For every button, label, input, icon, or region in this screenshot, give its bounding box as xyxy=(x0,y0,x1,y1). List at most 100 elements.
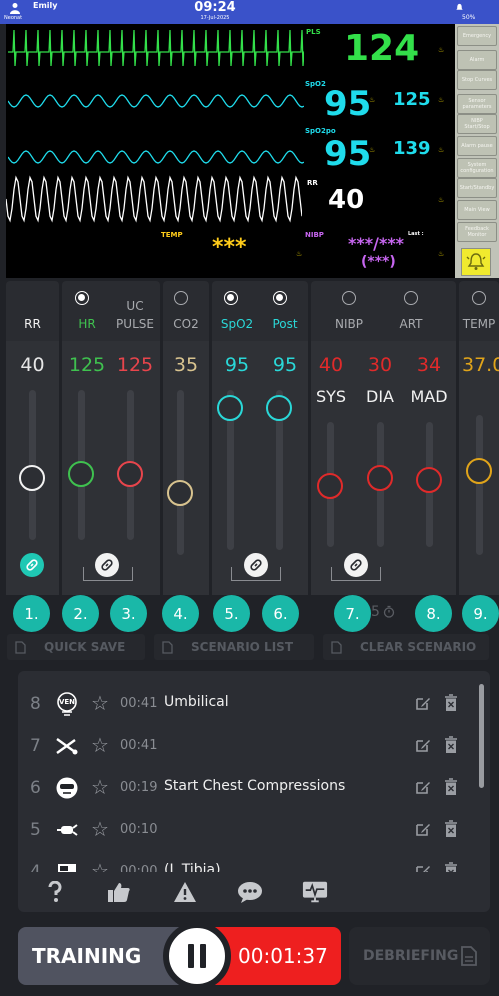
rr-param-label: RR xyxy=(24,317,41,331)
co2-slider-track[interactable] xyxy=(177,390,184,555)
star-icon[interactable]: ☆ xyxy=(91,691,109,715)
spo2po-pulse-value: 139 xyxy=(393,138,431,159)
event-number: 8 xyxy=(30,694,41,714)
nibp-value: ***/*** xyxy=(348,234,405,253)
post-slider-knob[interactable] xyxy=(266,395,292,421)
side-menu-emergency[interactable]: Emergency xyxy=(457,26,497,46)
patient-type: Neonat xyxy=(4,15,23,21)
spo2-alarm-icon: ♨ xyxy=(369,96,376,104)
side-menu-system-configuration[interactable]: System configuration xyxy=(457,158,497,178)
clear-scenario-button[interactable]: CLEAR SCENARIO xyxy=(323,634,489,660)
hr-slider-knob[interactable] xyxy=(68,461,94,487)
bell-icon xyxy=(456,3,463,10)
spo2po-pulse-alarm-icon: ♨ xyxy=(438,146,445,154)
temp-radio[interactable] xyxy=(472,291,486,305)
scenario-list-label: SCENARIO LIST xyxy=(191,640,293,654)
rr-link-button[interactable] xyxy=(20,553,44,577)
help-icon[interactable] xyxy=(42,880,68,904)
side-menu-stop-curves[interactable]: Stop Curves xyxy=(457,70,497,90)
trash-icon[interactable] xyxy=(444,820,458,838)
side-menu-alarm[interactable]: Alarm xyxy=(457,50,497,70)
star-icon[interactable]: ☆ xyxy=(91,775,109,799)
link-icon xyxy=(350,559,362,571)
debriefing-button[interactable]: DEBRIEFING xyxy=(349,927,490,985)
column-number-7[interactable]: 7. xyxy=(334,595,371,632)
edit-icon[interactable] xyxy=(415,737,431,753)
list-item[interactable]: 6 ☆ 00:19 Start Chest Compressions xyxy=(18,767,490,809)
nibp-last-label: Last : xyxy=(408,231,424,237)
dia-slider-knob[interactable] xyxy=(367,465,393,491)
hr-radio[interactable] xyxy=(75,291,89,305)
post-radio[interactable] xyxy=(273,291,287,305)
side-menu-feedback-monitor[interactable]: Feedback Monitor xyxy=(457,222,497,242)
co2-radio[interactable] xyxy=(174,291,188,305)
co2-column-body xyxy=(163,341,209,595)
post-param-label: Post xyxy=(272,317,298,331)
rr-slider-knob[interactable] xyxy=(19,465,45,491)
column-number-3[interactable]: 3. xyxy=(110,595,147,632)
nibp-link-button[interactable] xyxy=(344,553,368,577)
chat-icon[interactable] xyxy=(237,880,263,904)
quick-save-button[interactable]: QUICK SAVE xyxy=(7,634,145,660)
co2-slider-knob[interactable] xyxy=(167,480,193,506)
column-number-2[interactable]: 2. xyxy=(62,595,99,632)
column-number-4[interactable]: 4. xyxy=(162,595,199,632)
spo2-waveform xyxy=(8,94,304,108)
mad-slider-knob[interactable] xyxy=(416,467,442,493)
monitor-date: 17-Jul-2025 xyxy=(200,15,230,21)
hr-pulse-link-button[interactable] xyxy=(95,553,119,577)
trash-icon[interactable] xyxy=(444,736,458,754)
monitor-display: PLS 124 ♨ SpO2 95 ♨ 125 ♨ SpO2po 95 ♨ 13… xyxy=(6,24,455,278)
spo2-slider-knob[interactable] xyxy=(217,395,243,421)
alarm-silence-button[interactable] xyxy=(461,248,491,276)
side-menu-main-view[interactable]: Main View xyxy=(457,200,497,220)
edit-icon[interactable] xyxy=(415,779,431,795)
side-menu-alarm-pause[interactable]: Alarm pause xyxy=(457,136,497,156)
temp-slider-knob[interactable] xyxy=(466,458,492,484)
nibp-radio[interactable] xyxy=(342,291,356,305)
warning-icon[interactable] xyxy=(172,880,198,904)
spo2-link-button[interactable] xyxy=(244,553,268,577)
list-scrollbar[interactable] xyxy=(479,684,484,788)
event-time: 00:10 xyxy=(120,822,158,837)
spo2-radio[interactable] xyxy=(224,291,238,305)
list-item[interactable]: 7 ☆ 00:41 xyxy=(18,725,490,767)
column-number-6[interactable]: 6. xyxy=(262,595,299,632)
parameter-panel: RR HR UC PULSE CO2 SpO2 Post NIBP ART TE… xyxy=(6,281,499,632)
edit-icon[interactable] xyxy=(415,821,431,837)
scenario-list-button[interactable]: SCENARIO LIST xyxy=(154,634,314,660)
temp-slider-track[interactable] xyxy=(476,415,483,555)
temp-param-label: TEMP xyxy=(462,317,496,331)
document-icon xyxy=(162,640,173,654)
pulse-param-label: PULSE xyxy=(116,317,154,331)
temp-label: TEMP xyxy=(161,231,183,239)
side-menu-nibp-start-stop[interactable]: NIBP Start/Stop xyxy=(457,114,497,134)
svg-text:VEN: VEN xyxy=(59,698,75,706)
quick-save-label: QUICK SAVE xyxy=(44,640,126,654)
event-time: 00:19 xyxy=(120,780,158,795)
column-number-8[interactable]: 8. xyxy=(415,595,452,632)
monitor-ecg-icon[interactable] xyxy=(302,880,328,904)
star-icon[interactable]: ☆ xyxy=(91,733,109,757)
pause-button[interactable] xyxy=(163,922,231,990)
side-menu-sensor-parameters[interactable]: Sensor parameters xyxy=(457,94,497,114)
trash-icon[interactable] xyxy=(444,694,458,712)
event-toolbar xyxy=(18,872,490,912)
trash-icon[interactable] xyxy=(444,778,458,796)
pulse-slider-knob[interactable] xyxy=(117,461,143,487)
star-icon[interactable]: ☆ xyxy=(91,817,109,841)
user-name: Emily xyxy=(33,1,58,10)
column-number-5[interactable]: 5. xyxy=(213,595,250,632)
list-item[interactable]: 5 ☆ 00:10 xyxy=(18,809,490,851)
thumbs-up-icon[interactable] xyxy=(106,880,132,904)
list-item[interactable]: 8 VEN ☆ 00:41 Umbilical xyxy=(18,683,490,725)
pulse-param-value: 125 xyxy=(116,354,154,376)
side-menu-start-standby[interactable]: Start/Standby xyxy=(457,178,497,198)
event-number: 7 xyxy=(30,736,41,756)
spo2-pulse-value: 125 xyxy=(393,89,431,110)
column-number-1[interactable]: 1. xyxy=(13,595,50,632)
art-radio[interactable] xyxy=(404,291,418,305)
column-number-9[interactable]: 9. xyxy=(462,595,499,632)
edit-icon[interactable] xyxy=(415,695,431,711)
sys-slider-knob[interactable] xyxy=(317,473,343,499)
